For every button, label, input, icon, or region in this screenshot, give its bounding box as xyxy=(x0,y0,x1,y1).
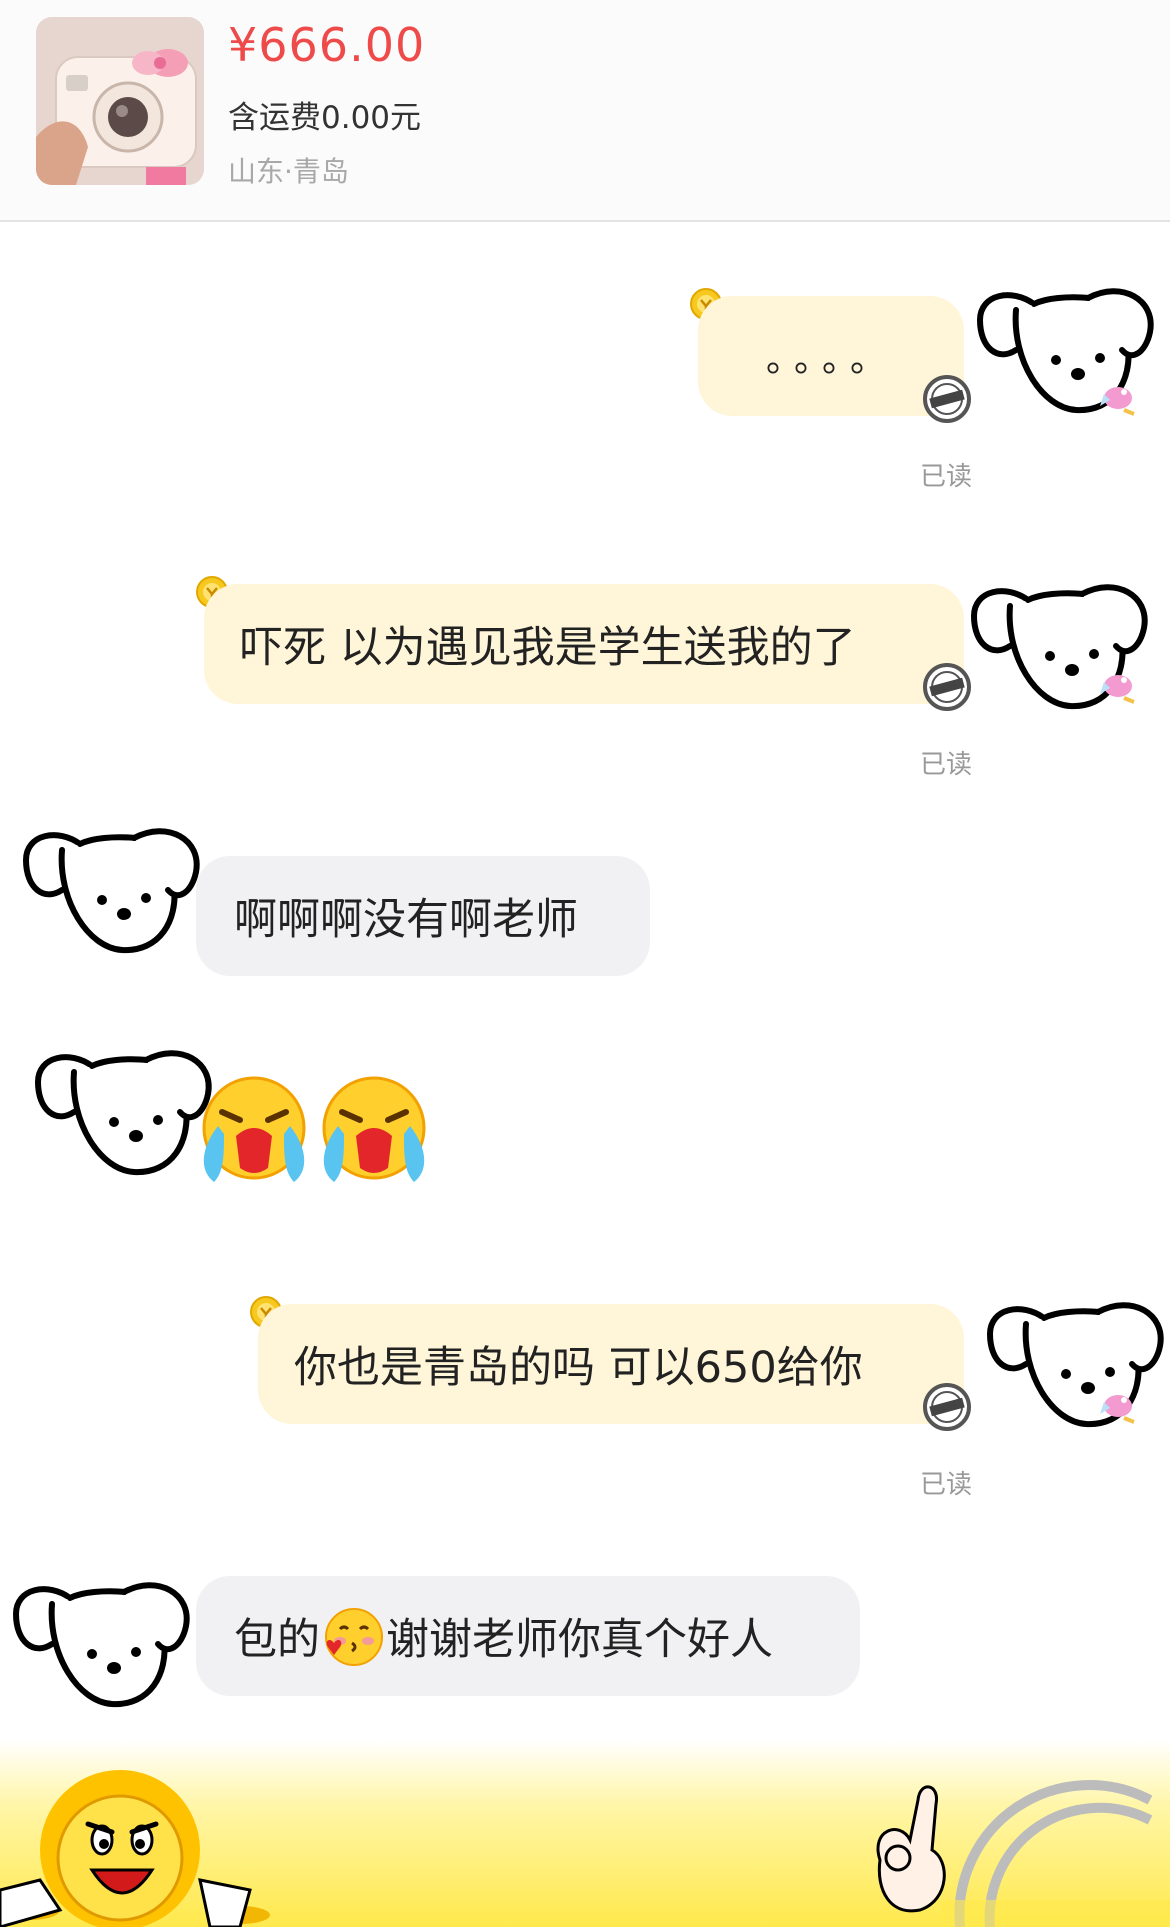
message-bubble-received[interactable]: 包的 谢谢老师你真个好人 xyxy=(196,1576,860,1696)
camera-image xyxy=(36,17,204,185)
kissing-heart-face-emoji-icon xyxy=(322,1605,384,1667)
crying-face-emoji-icon xyxy=(194,1074,310,1190)
pink-bird-sticker-icon xyxy=(1094,376,1136,416)
banner-art xyxy=(0,1770,1170,1927)
message-bubble-sent[interactable]: 吓死 以为遇见我是学生送我的了 xyxy=(204,584,964,704)
shipping-fee: 含运费0.00元 xyxy=(228,100,422,136)
message-bubble-received[interactable]: 啊啊啊没有啊老师 xyxy=(196,856,650,976)
my-avatar[interactable] xyxy=(982,1284,1168,1440)
product-card[interactable]: ¥666.00 含运费0.00元 山东·青岛 xyxy=(0,0,1170,222)
buyer-avatar[interactable] xyxy=(18,810,204,966)
product-price: ¥666.00 xyxy=(228,18,426,72)
buyer-avatar[interactable] xyxy=(8,1564,194,1720)
sold-stamp-icon xyxy=(922,1382,972,1432)
read-status: 已读 xyxy=(920,1470,973,1500)
pink-bird-sticker-icon xyxy=(1094,664,1136,704)
read-status: 已读 xyxy=(920,462,973,492)
crying-face-emoji-icon xyxy=(314,1074,430,1190)
message-bubble-sent[interactable]: 你也是青岛的吗 可以650给你 xyxy=(258,1304,964,1424)
read-status: 已读 xyxy=(920,750,973,780)
sold-stamp-icon xyxy=(922,374,972,424)
message-text: 包的 xyxy=(234,1615,320,1665)
product-thumbnail[interactable] xyxy=(36,17,204,185)
seller-location: 山东·青岛 xyxy=(228,155,349,188)
message-text: 谢谢老师你真个好人 xyxy=(386,1615,773,1665)
promo-banner[interactable] xyxy=(0,1740,1170,1927)
sold-stamp-icon xyxy=(922,662,972,712)
pink-bird-sticker-icon xyxy=(1094,1384,1136,1424)
buyer-avatar[interactable] xyxy=(30,1032,216,1188)
